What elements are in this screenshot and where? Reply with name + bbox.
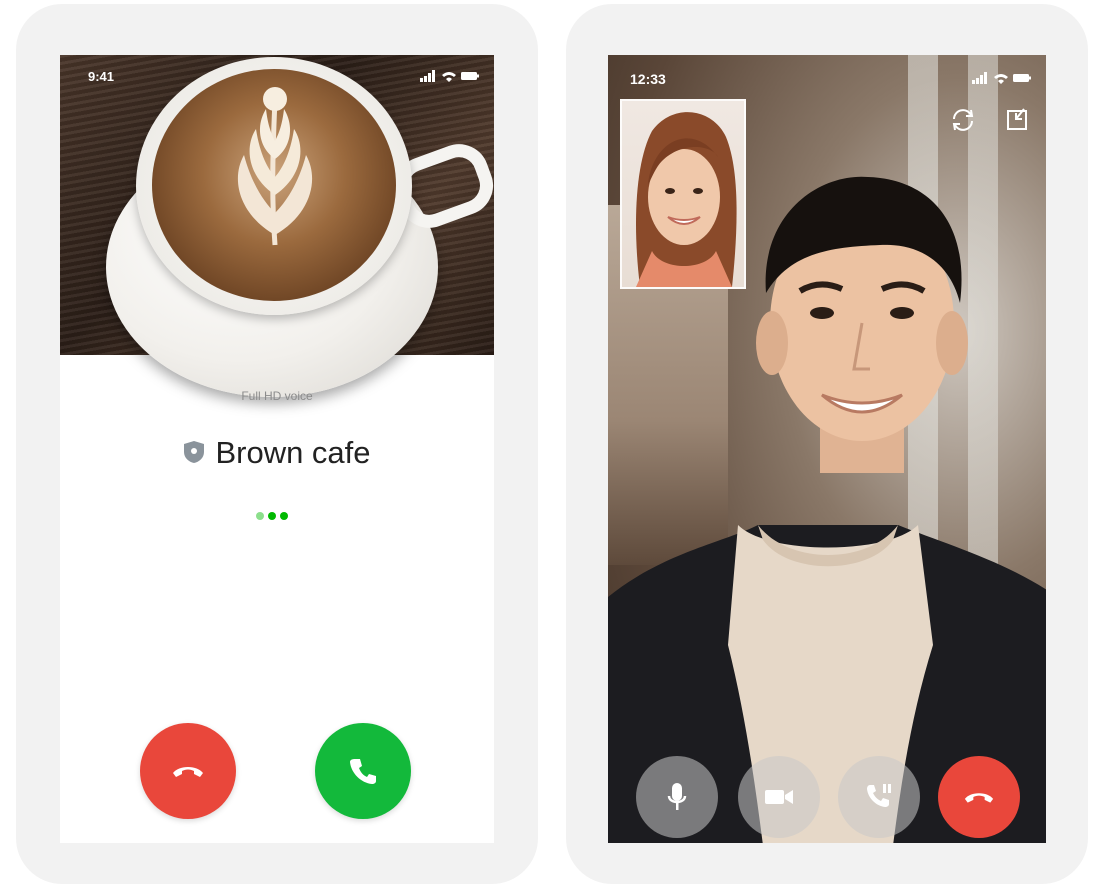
end-call-button[interactable] <box>938 756 1020 838</box>
pause-call-icon <box>867 784 891 807</box>
video-camera-icon <box>765 790 793 804</box>
minimize-icon[interactable] <box>1006 107 1028 131</box>
status-bar: 9:41 <box>60 55 494 95</box>
signal-icon <box>972 80 975 84</box>
self-view-person <box>636 112 737 287</box>
shield-icon <box>184 440 205 463</box>
decline-call-button[interactable] <box>140 723 236 819</box>
caller-name: Brown cafe <box>215 435 371 470</box>
wifi-icon <box>994 74 1008 84</box>
caller-name-row: Brown cafe <box>60 435 494 471</box>
status-icons <box>420 70 479 82</box>
toggle-video-button[interactable] <box>738 756 820 838</box>
video-call-screen: 12:33 <box>608 55 1046 843</box>
phone-hangup-icon <box>964 793 994 803</box>
phone-hangup-icon <box>173 767 203 777</box>
ringing-dot <box>256 512 264 520</box>
ringing-indicator <box>256 511 296 521</box>
voice-call-screen: 9:41 Full HD voice Brown cafe <box>60 55 494 843</box>
battery-icon <box>1013 74 1029 82</box>
status-icons <box>972 72 1031 84</box>
camera-switch-icon[interactable] <box>950 107 976 133</box>
latte-art-image <box>237 87 313 246</box>
wifi-icon <box>442 72 456 82</box>
status-time: 12:33 <box>630 71 666 87</box>
caller-cover-photo <box>60 55 494 397</box>
mute-microphone-button[interactable] <box>636 756 718 838</box>
accept-call-button[interactable] <box>315 723 411 819</box>
ringing-dot <box>280 512 288 520</box>
hold-call-button[interactable] <box>838 756 920 838</box>
remote-video-person-head <box>756 176 968 473</box>
ringing-dot <box>268 512 276 520</box>
signal-icon <box>420 78 423 82</box>
call-quality-label: Full HD voice <box>241 389 313 403</box>
phone-icon <box>350 759 376 784</box>
self-view-pip[interactable] <box>620 99 746 289</box>
microphone-icon <box>667 783 687 810</box>
status-time: 9:41 <box>88 69 115 84</box>
battery-icon <box>461 72 477 80</box>
